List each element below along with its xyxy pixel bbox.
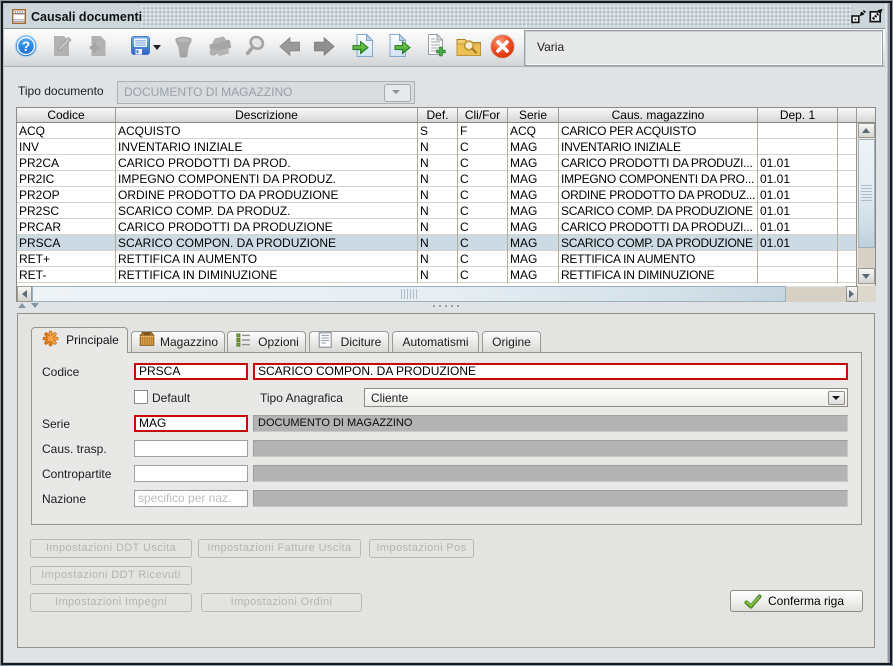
svg-text:?: ? xyxy=(22,39,30,54)
